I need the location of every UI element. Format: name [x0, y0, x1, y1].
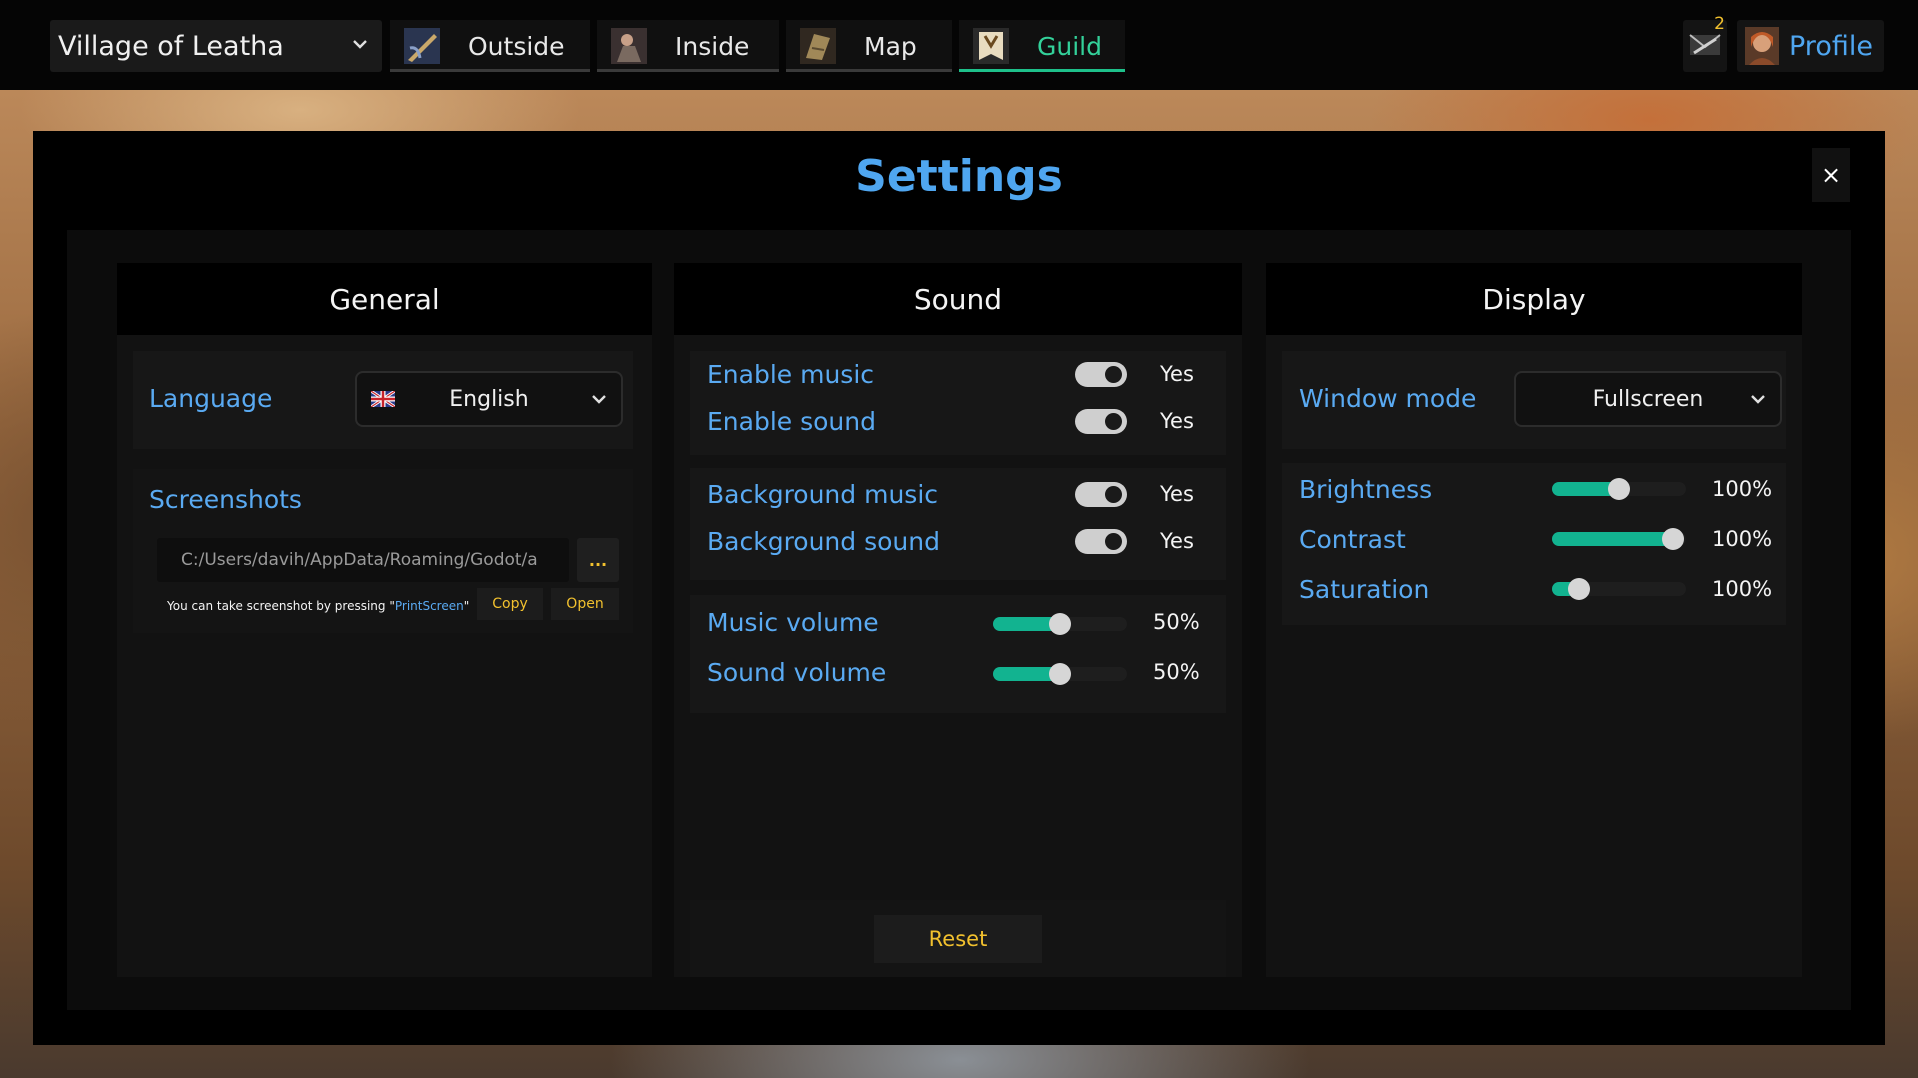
brightness-slider[interactable]	[1552, 478, 1686, 500]
tab-outside-label: Outside	[468, 31, 565, 61]
settings-dialog: Settings × General Language English Scre	[33, 131, 1885, 1045]
enable-music-label: Enable music	[707, 360, 875, 389]
enable-sound-value: Yes	[1160, 409, 1194, 433]
music-volume-slider[interactable]	[993, 613, 1127, 635]
chevron-down-icon	[589, 389, 609, 413]
tab-underline	[786, 69, 952, 72]
hint-key: PrintScreen	[394, 599, 464, 613]
enable-sound-toggle[interactable]	[1075, 409, 1127, 434]
chevron-down-icon	[1748, 389, 1768, 413]
tab-map[interactable]: Map	[786, 20, 952, 72]
outside-icon	[404, 28, 440, 64]
copy-button[interactable]: Copy	[477, 588, 543, 620]
slider-thumb[interactable]	[1049, 663, 1071, 685]
window-mode-dropdown[interactable]: Fullscreen	[1514, 371, 1782, 427]
language-group: Language English	[133, 351, 633, 449]
sound-volume-slider[interactable]	[993, 663, 1127, 685]
slider-thumb[interactable]	[1661, 528, 1684, 550]
image-adjust-group: Brightness 100% Contrast 100% Saturation	[1282, 463, 1786, 625]
background-music-toggle[interactable]	[1075, 482, 1127, 507]
screenshot-hint: You can take screenshot by pressing "Pri…	[167, 599, 469, 613]
window-mode-group: Window mode Fullscreen	[1282, 351, 1786, 449]
brightness-label: Brightness	[1299, 475, 1433, 504]
general-panel: General Language English Screenshots ...	[117, 263, 652, 977]
tab-underline-active	[959, 69, 1125, 72]
toggle-knob	[1105, 533, 1122, 550]
hint-suffix: "	[463, 599, 470, 613]
display-header: Display	[1266, 263, 1802, 335]
background-music-label: Background music	[707, 480, 939, 509]
slider-thumb[interactable]	[1049, 613, 1071, 635]
enable-music-toggle[interactable]	[1075, 362, 1127, 387]
volume-group: Music volume 50% Sound volume 50%	[690, 595, 1226, 713]
music-volume-value: 50%	[1153, 610, 1200, 634]
saturation-slider[interactable]	[1552, 578, 1686, 600]
top-bar: Village of Leatha Outside Inside Map Gui…	[0, 0, 1918, 90]
hint-prefix: You can take screenshot by pressing "	[167, 599, 395, 613]
language-dropdown[interactable]: English	[355, 371, 623, 427]
slider-thumb[interactable]	[1567, 578, 1590, 600]
saturation-label: Saturation	[1299, 575, 1430, 604]
map-icon	[800, 28, 836, 64]
toggle-knob	[1105, 486, 1122, 503]
tab-outside[interactable]: Outside	[390, 20, 590, 72]
inside-icon	[611, 28, 647, 64]
settings-content: General Language English Screenshots ...	[67, 230, 1851, 1010]
general-header: General	[117, 263, 652, 335]
toggle-knob	[1105, 413, 1122, 430]
screenshots-label: Screenshots	[149, 485, 302, 514]
enable-sound-label: Enable sound	[707, 407, 876, 436]
slider-thumb[interactable]	[1608, 478, 1630, 500]
tab-inside-label: Inside	[675, 31, 750, 61]
enable-music-value: Yes	[1160, 362, 1194, 386]
background-music-value: Yes	[1160, 482, 1194, 506]
tab-map-label: Map	[864, 31, 917, 61]
tab-underline	[390, 69, 590, 72]
language-label: Language	[149, 384, 273, 413]
background-group: Background music Yes Background sound Ye…	[690, 468, 1226, 580]
sound-header: Sound	[674, 263, 1242, 335]
tab-underline	[597, 69, 779, 72]
toggle-knob	[1105, 366, 1122, 383]
slider-fill	[1552, 532, 1673, 546]
location-name: Village of Leatha	[58, 30, 284, 62]
brightness-value: 100%	[1712, 477, 1773, 501]
open-button[interactable]: Open	[551, 588, 619, 620]
sound-panel: Sound Enable music Yes Enable sound Yes …	[674, 263, 1242, 977]
screenshot-path-field[interactable]	[157, 538, 569, 582]
contrast-slider[interactable]	[1552, 528, 1686, 550]
avatar	[1745, 27, 1779, 65]
contrast-value: 100%	[1712, 527, 1773, 551]
music-volume-label: Music volume	[707, 608, 879, 637]
window-mode-value: Fullscreen	[1592, 386, 1704, 412]
display-panel: Display Window mode Fullscreen Brightnes…	[1266, 263, 1802, 977]
background-sound-label: Background sound	[707, 527, 940, 556]
window-mode-label: Window mode	[1299, 384, 1477, 413]
tab-inside[interactable]: Inside	[597, 20, 779, 72]
background-sound-toggle[interactable]	[1075, 529, 1127, 554]
dialog-title: Settings	[855, 151, 1063, 202]
tab-guild[interactable]: Guild	[959, 20, 1125, 72]
notifications-button[interactable]: 2	[1683, 14, 1727, 72]
enable-group: Enable music Yes Enable sound Yes	[690, 351, 1226, 455]
sound-volume-value: 50%	[1153, 660, 1200, 684]
guild-icon	[973, 28, 1009, 64]
notification-count: 2	[1714, 14, 1725, 34]
uk-flag-icon	[370, 389, 396, 411]
chevron-down-icon	[350, 34, 370, 58]
profile-button[interactable]: Profile	[1737, 20, 1884, 72]
close-button[interactable]: ×	[1812, 148, 1850, 202]
tab-guild-label: Guild	[1037, 31, 1102, 61]
language-value: English	[449, 386, 529, 412]
background-sound-value: Yes	[1160, 529, 1194, 553]
saturation-value: 100%	[1712, 577, 1773, 601]
profile-label: Profile	[1789, 30, 1873, 62]
browse-button[interactable]: ...	[577, 538, 619, 582]
sound-volume-label: Sound volume	[707, 658, 887, 687]
reset-button[interactable]: Reset	[874, 915, 1042, 963]
location-selector[interactable]: Village of Leatha	[50, 20, 382, 72]
contrast-label: Contrast	[1299, 525, 1406, 554]
